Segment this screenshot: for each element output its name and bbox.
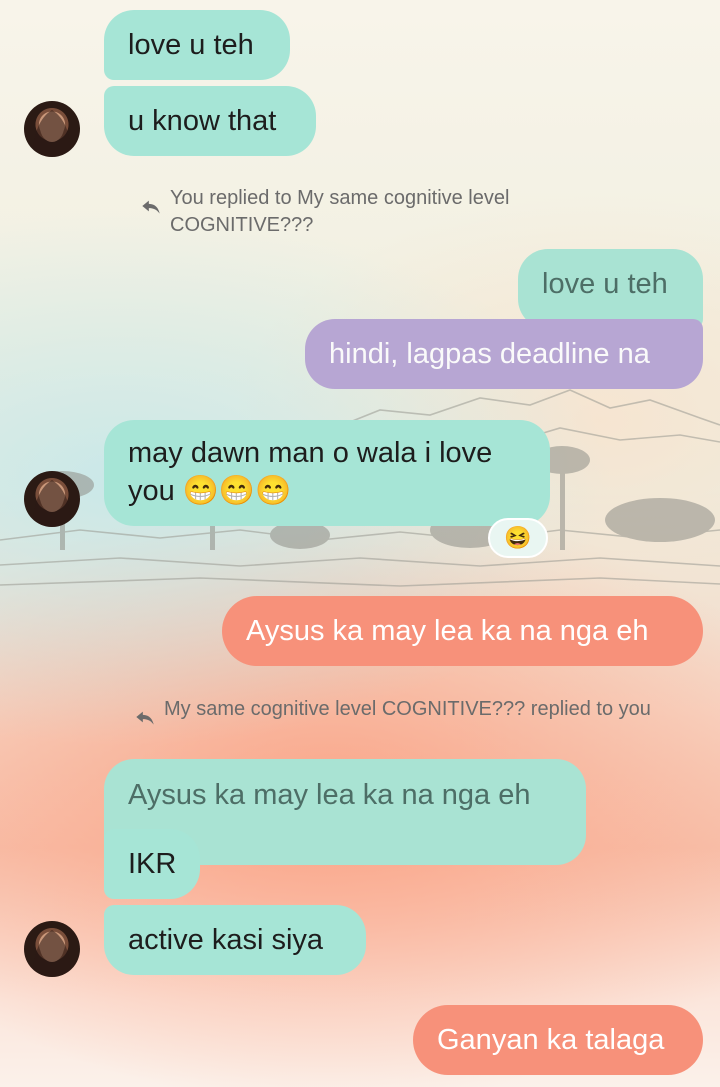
chat-thread: love u teh u know that You replied to My… xyxy=(0,0,720,1087)
incoming-message[interactable]: active kasi siya xyxy=(104,905,366,975)
reply-arrow-icon xyxy=(142,200,160,214)
incoming-message[interactable]: IKR xyxy=(104,829,200,899)
reaction-emoji: 😆 xyxy=(504,525,532,550)
reply-note-text: You replied to My same cognitive level C… xyxy=(170,187,510,236)
reply-context-note: You replied to My same cognitive level C… xyxy=(138,185,588,239)
contact-avatar[interactable] xyxy=(24,921,80,977)
contact-avatar[interactable] xyxy=(24,471,80,527)
incoming-message[interactable]: love u teh xyxy=(104,10,290,80)
reply-context-note: My same cognitive level COGNITIVE??? rep… xyxy=(132,696,692,730)
outgoing-message[interactable]: Ganyan ka talaga xyxy=(413,1005,703,1075)
reply-arrow-icon xyxy=(136,711,154,725)
incoming-message[interactable]: may dawn man o wala i love you 😁😁😁 xyxy=(104,420,550,526)
outgoing-message[interactable]: Aysus ka may lea ka na nga eh xyxy=(222,596,703,666)
message-reaction[interactable]: 😆 xyxy=(488,518,548,558)
incoming-message[interactable]: u know that xyxy=(104,86,316,156)
quoted-message[interactable]: love u teh xyxy=(518,249,703,329)
reply-note-text: My same cognitive level COGNITIVE??? rep… xyxy=(164,698,651,720)
contact-avatar[interactable] xyxy=(24,101,80,157)
outgoing-message[interactable]: hindi, lagpas deadline na xyxy=(305,319,703,389)
